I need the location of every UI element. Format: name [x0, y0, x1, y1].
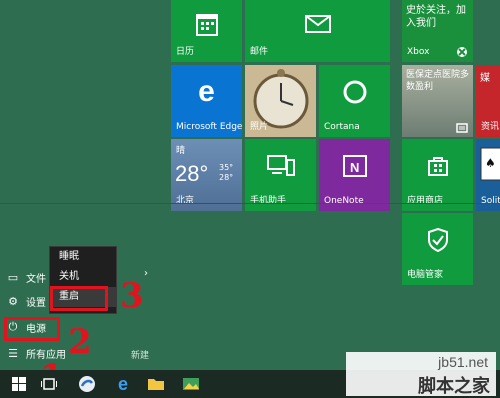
tile-solitaire[interactable]: ♠ Solita: [476, 139, 500, 211]
svg-text:♠: ♠: [485, 156, 496, 170]
phone-companion-icon: [266, 155, 295, 177]
mail-icon: [304, 14, 331, 33]
watermark: jb51.net 脚本之家: [346, 352, 496, 397]
store-icon: [427, 157, 448, 177]
menu-file-explorer-label: 文件: [26, 273, 46, 285]
weather-condition: 晴: [176, 146, 186, 156]
tile-photos[interactable]: 照片: [245, 65, 316, 137]
tile-phone[interactable]: 手机助手: [245, 139, 316, 211]
tile-info-label: 资讯: [481, 122, 500, 132]
weather-high: 35°: [219, 163, 234, 172]
step-3-label: 3: [120, 276, 144, 316]
highlight-restart: [50, 286, 108, 311]
menu-settings[interactable]: ⚙ 设置: [6, 292, 46, 310]
tile-onenote-label: OneNote: [324, 196, 364, 206]
tile-pcmanager[interactable]: 电脑管家: [402, 213, 473, 285]
tile-promo-text: 史於关注，加入我们: [406, 5, 466, 29]
tile-info-text: 媒: [480, 73, 490, 84]
step-2-label: 2: [68, 322, 92, 362]
tile-info[interactable]: 媒 资讯: [476, 65, 500, 137]
tile-mail[interactable]: 邮件: [245, 0, 390, 62]
menu-file-explorer[interactable]: ▭ 文件: [6, 268, 46, 286]
folder-icon: ▭: [7, 270, 19, 284]
watermark-site: jb51.net: [438, 354, 488, 370]
tile-xbox-label: Xbox: [407, 47, 430, 57]
tile-solitaire-label: Solita: [481, 196, 500, 206]
tile-edge[interactable]: e Microsoft Edge: [171, 65, 242, 137]
edge-taskbar-icon: e: [117, 373, 128, 394]
calendar-icon: [195, 13, 218, 36]
weather-city: 北京: [176, 196, 195, 206]
folder-taskbar-icon: [148, 379, 164, 390]
svg-text:N: N: [350, 160, 359, 175]
tile-calendar[interactable]: 日历: [171, 0, 242, 62]
tile-weather[interactable]: 晴 28° 35° 28° 北京: [171, 139, 242, 211]
cortana-icon: [343, 80, 366, 104]
highlight-power: [4, 317, 60, 341]
tile-mail-label: 邮件: [250, 47, 269, 57]
tile-promo[interactable]: 史於关注，加入我们 Xbox: [402, 0, 473, 62]
new-badge: 新建: [131, 351, 150, 361]
divider-line: [0, 203, 500, 204]
taskbar-gallery[interactable]: [178, 372, 204, 396]
tile-store-label: 应用商店: [407, 196, 444, 206]
tile-calendar-label: 日历: [176, 47, 195, 57]
shield-icon: [427, 228, 448, 253]
tile-store[interactable]: 应用商店: [402, 139, 473, 211]
menu-settings-label: 设置: [26, 297, 46, 309]
news-icon: [456, 123, 468, 133]
edge-icon: e: [198, 75, 215, 109]
power-sleep[interactable]: 睡眠: [50, 247, 116, 267]
gallery-icon: [183, 378, 199, 390]
power-shutdown[interactable]: 关机: [50, 267, 116, 287]
tile-onenote[interactable]: N OneNote: [319, 139, 390, 211]
tile-photos-label: 照片: [250, 122, 269, 132]
browser-360-icon: [79, 376, 95, 392]
windows-logo-icon: [12, 377, 26, 391]
list-icon: ☰: [8, 346, 18, 360]
onenote-icon: N: [342, 155, 367, 178]
xbox-icon: [457, 47, 467, 57]
tile-news[interactable]: 医保定点医院多数盈利: [402, 65, 473, 137]
solitaire-card-icon: ♠: [480, 147, 500, 181]
taskbar-browser-360[interactable]: [74, 372, 100, 396]
weather-low: 28°: [219, 173, 234, 182]
task-view-button[interactable]: [36, 372, 62, 396]
chevron-right-icon[interactable]: ›: [144, 268, 148, 279]
task-view-icon: [41, 378, 57, 390]
tile-pcmanager-label: 电脑管家: [407, 270, 444, 280]
watermark-name: 脚本之家: [418, 376, 490, 397]
taskbar-edge[interactable]: e: [110, 372, 136, 396]
tile-edge-label: Microsoft Edge: [176, 122, 242, 132]
start-button[interactable]: [6, 372, 32, 396]
gear-icon: ⚙: [8, 294, 18, 308]
tile-cortana-label: Cortana: [324, 122, 360, 132]
weather-temp: 28°: [175, 161, 209, 186]
taskbar-file-explorer[interactable]: [143, 372, 169, 396]
tile-cortana[interactable]: Cortana: [319, 65, 390, 137]
tile-phone-label: 手机助手: [250, 196, 287, 206]
tile-news-headline: 医保定点医院多数盈利: [406, 70, 470, 92]
